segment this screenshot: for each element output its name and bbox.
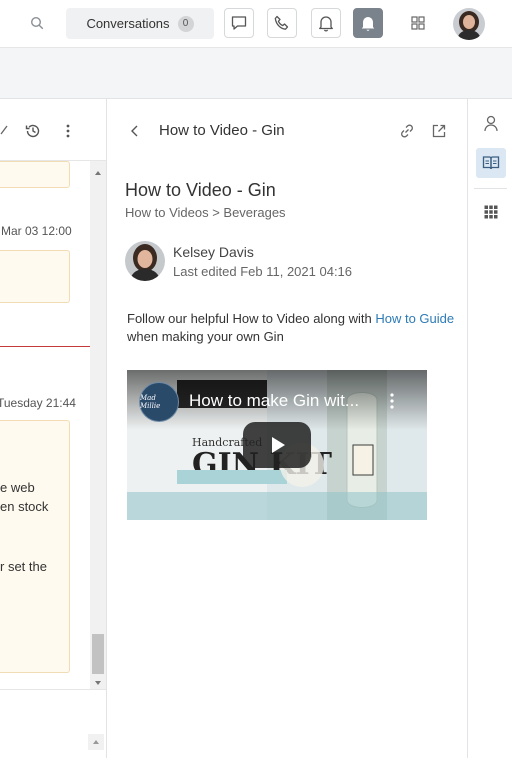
scroll-down-arrow-icon[interactable]	[93, 675, 103, 685]
message-text: en stock	[0, 499, 49, 514]
article-title: How to Video - Gin	[125, 180, 276, 200]
scroll-up-arrow-icon[interactable]	[93, 165, 103, 175]
video-player[interactable]: Handcrafted GIN KIT Mad Millie How to ma…	[127, 370, 427, 520]
right-rail	[467, 99, 512, 758]
conversations-count-badge: 0	[177, 15, 194, 32]
history-icon[interactable]	[23, 121, 43, 141]
message-text: e web	[0, 480, 35, 495]
conversation-header	[0, 99, 106, 161]
user-avatar[interactable]	[453, 8, 485, 40]
video-title[interactable]: How to make Gin wit...	[189, 391, 359, 411]
knowledge-article-pane: How to Video - Gin How to Video - Gin Ho…	[108, 99, 467, 758]
video-more-icon[interactable]	[385, 390, 399, 412]
phone-icon[interactable]	[267, 8, 297, 38]
sub-toolbar	[0, 48, 512, 99]
person-icon[interactable]	[476, 109, 506, 139]
message-timestamp: Mar 03 12:00	[1, 224, 72, 238]
message-card	[0, 250, 70, 303]
channel-logo-text: Mad Millie	[140, 394, 161, 410]
divider	[474, 188, 507, 189]
more-options-icon[interactable]	[58, 121, 78, 141]
knowledge-book-icon[interactable]	[476, 148, 506, 178]
back-chevron-icon[interactable]	[126, 121, 144, 141]
article-header: How to Video - Gin	[108, 99, 467, 161]
author-name: Kelsey Davis	[173, 244, 254, 260]
divider	[0, 689, 106, 690]
message-card	[0, 420, 70, 673]
conversations-label: Conversations	[86, 16, 170, 31]
last-edited: Last edited Feb 11, 2021 04:16	[173, 264, 353, 279]
filter-icon[interactable]	[0, 121, 12, 141]
scrollbar-thumb[interactable]	[92, 634, 104, 674]
message-card	[0, 161, 70, 188]
bell-icon[interactable]	[311, 8, 341, 38]
article-body-text: Follow our helpful How to Video along wi…	[127, 311, 376, 326]
apps-grid-icon[interactable]	[406, 11, 430, 35]
article-body-text: when making your own Gin	[127, 329, 284, 344]
channel-logo[interactable]: Mad Millie	[139, 382, 179, 422]
scroll-up-arrow-icon[interactable]	[88, 734, 104, 750]
conversation-pane: Mar 03 12:00 Tuesday 21:44 e web en stoc…	[0, 99, 107, 758]
new-messages-divider	[0, 346, 90, 347]
article-header-title: How to Video - Gin	[159, 122, 285, 139]
article-breadcrumb: How to Videos > Beverages	[125, 205, 286, 220]
apps-grid-icon[interactable]	[476, 197, 506, 227]
notification-bell-icon[interactable]	[353, 8, 383, 38]
chat-icon[interactable]	[224, 8, 254, 38]
message-timestamp: Tuesday 21:44	[0, 396, 76, 410]
author-avatar	[125, 241, 165, 281]
top-bar: Conversations 0	[0, 0, 512, 48]
open-external-icon[interactable]	[429, 121, 449, 141]
scrollbar[interactable]	[90, 161, 106, 689]
conversations-button[interactable]: Conversations 0	[66, 8, 214, 39]
play-button[interactable]	[243, 422, 311, 468]
search-icon[interactable]	[26, 12, 48, 34]
how-to-guide-link[interactable]: How to Guide	[375, 311, 454, 326]
article-body: Follow our helpful How to Video along wi…	[127, 310, 457, 346]
play-icon	[272, 437, 285, 453]
message-text: r set the	[0, 559, 47, 574]
link-icon[interactable]	[397, 121, 417, 141]
